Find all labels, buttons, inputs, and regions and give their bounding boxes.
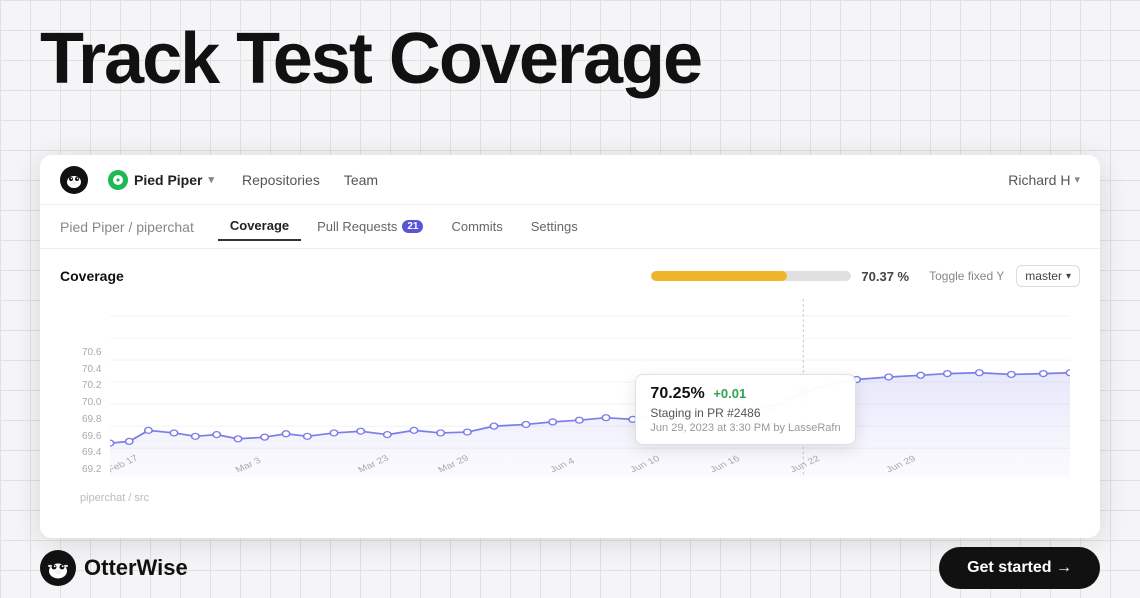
y-label-0: 70.6 xyxy=(82,347,101,358)
tab-commits[interactable]: Commits xyxy=(439,212,514,241)
progress-bar xyxy=(651,271,851,281)
brand-chevron-icon: ▾ xyxy=(208,173,214,186)
toggle-fixed-y-label: Toggle fixed Y xyxy=(929,269,1004,283)
app-logo-icon xyxy=(60,166,88,194)
breadcrumb-repo: piperchat xyxy=(136,219,194,235)
nav-link-repositories[interactable]: Repositories xyxy=(242,172,320,188)
chart-svg: Feb 17 Mar 3 Mar 23 Mar 29 Jun 4 Jun 10 … xyxy=(110,299,1070,477)
otter-brand: OtterWise xyxy=(40,550,188,586)
brand-icon xyxy=(108,170,128,190)
tab-settings[interactable]: Settings xyxy=(519,212,590,241)
y-label-6: 69.4 xyxy=(82,447,101,458)
tooltip-value: 70.25% xyxy=(650,385,704,402)
y-label-3: 70.0 xyxy=(82,397,101,408)
chart-breadcrumb-path: piperchat / src xyxy=(80,492,149,504)
y-label-2: 70.2 xyxy=(82,380,101,391)
nav-brand[interactable]: Pied Piper ▾ xyxy=(108,170,214,190)
nav-links: Repositories Team xyxy=(242,172,378,188)
y-label-7: 69.2 xyxy=(82,464,101,475)
chart-svg-container: 70.6 70.4 70.2 70.0 69.8 69.6 69.4 69.2 xyxy=(60,299,1080,512)
bottom-bar: OtterWise Get started → xyxy=(0,538,1140,598)
chart-controls: Toggle fixed Y master ▾ xyxy=(929,265,1080,287)
tab-settings-label: Settings xyxy=(531,219,578,234)
get-started-button[interactable]: Get started → xyxy=(939,547,1100,589)
chart-title: Coverage xyxy=(60,268,124,284)
progress-fill xyxy=(651,271,787,281)
nav-user-name: Richard H xyxy=(1008,172,1070,188)
tab-pull-requests-label: Pull Requests xyxy=(317,219,397,234)
tab-commits-label: Commits xyxy=(451,219,502,234)
branch-name: master xyxy=(1025,269,1062,283)
page-headline: Track Test Coverage xyxy=(40,20,701,99)
nav-link-team[interactable]: Team xyxy=(344,172,378,188)
chart-tooltip: 70.25% +0.01 Staging in PR #2486 Jun 29,… xyxy=(635,374,855,445)
otterwise-logo-icon xyxy=(40,550,76,586)
y-label-5: 69.6 xyxy=(82,431,101,442)
tab-coverage[interactable]: Coverage xyxy=(218,212,301,241)
branch-select[interactable]: master ▾ xyxy=(1016,265,1080,287)
tooltip-description: Staging in PR #2486 xyxy=(650,406,840,420)
tooltip-date: Jun 29, 2023 at 3:30 PM by LasseRafn xyxy=(650,422,840,434)
progress-label: 70.37 % xyxy=(861,269,909,284)
chart-header: Coverage 70.37 % Toggle fixed Y master ▾ xyxy=(60,265,1080,287)
y-label-4: 69.8 xyxy=(82,414,101,425)
nav-user[interactable]: Richard H ▾ xyxy=(1008,172,1080,188)
branch-chevron-icon: ▾ xyxy=(1066,271,1071,282)
nav-user-chevron-icon: ▾ xyxy=(1074,173,1080,186)
breadcrumb-separator: / xyxy=(125,219,137,235)
app-window: Pied Piper ▾ Repositories Team Richard H… xyxy=(40,155,1100,538)
pull-requests-badge: 21 xyxy=(402,220,423,233)
otterwise-brand-name: OtterWise xyxy=(84,555,188,581)
sub-nav: Pied Piper / piperchat Coverage Pull Req… xyxy=(40,205,1100,249)
chart-area: Coverage 70.37 % Toggle fixed Y master ▾… xyxy=(40,249,1100,538)
brand-name: Pied Piper xyxy=(134,172,202,188)
tooltip-value-row: 70.25% +0.01 xyxy=(650,385,840,403)
breadcrumb-org: Pied Piper xyxy=(60,219,125,235)
tab-pull-requests[interactable]: Pull Requests 21 xyxy=(305,212,435,241)
progress-bar-container: 70.37 % xyxy=(651,269,909,284)
tooltip-change: +0.01 xyxy=(713,386,746,401)
tab-list: Coverage Pull Requests 21 Commits Settin… xyxy=(218,212,590,241)
nav-bar: Pied Piper ▾ Repositories Team Richard H… xyxy=(40,155,1100,205)
breadcrumb: Pied Piper / piperchat xyxy=(60,219,194,235)
tab-coverage-label: Coverage xyxy=(230,218,289,233)
get-started-label: Get started → xyxy=(967,559,1072,577)
y-label-1: 70.4 xyxy=(82,364,101,375)
y-axis-labels: 70.6 70.4 70.2 70.0 69.8 69.6 69.4 69.2 xyxy=(82,347,101,475)
